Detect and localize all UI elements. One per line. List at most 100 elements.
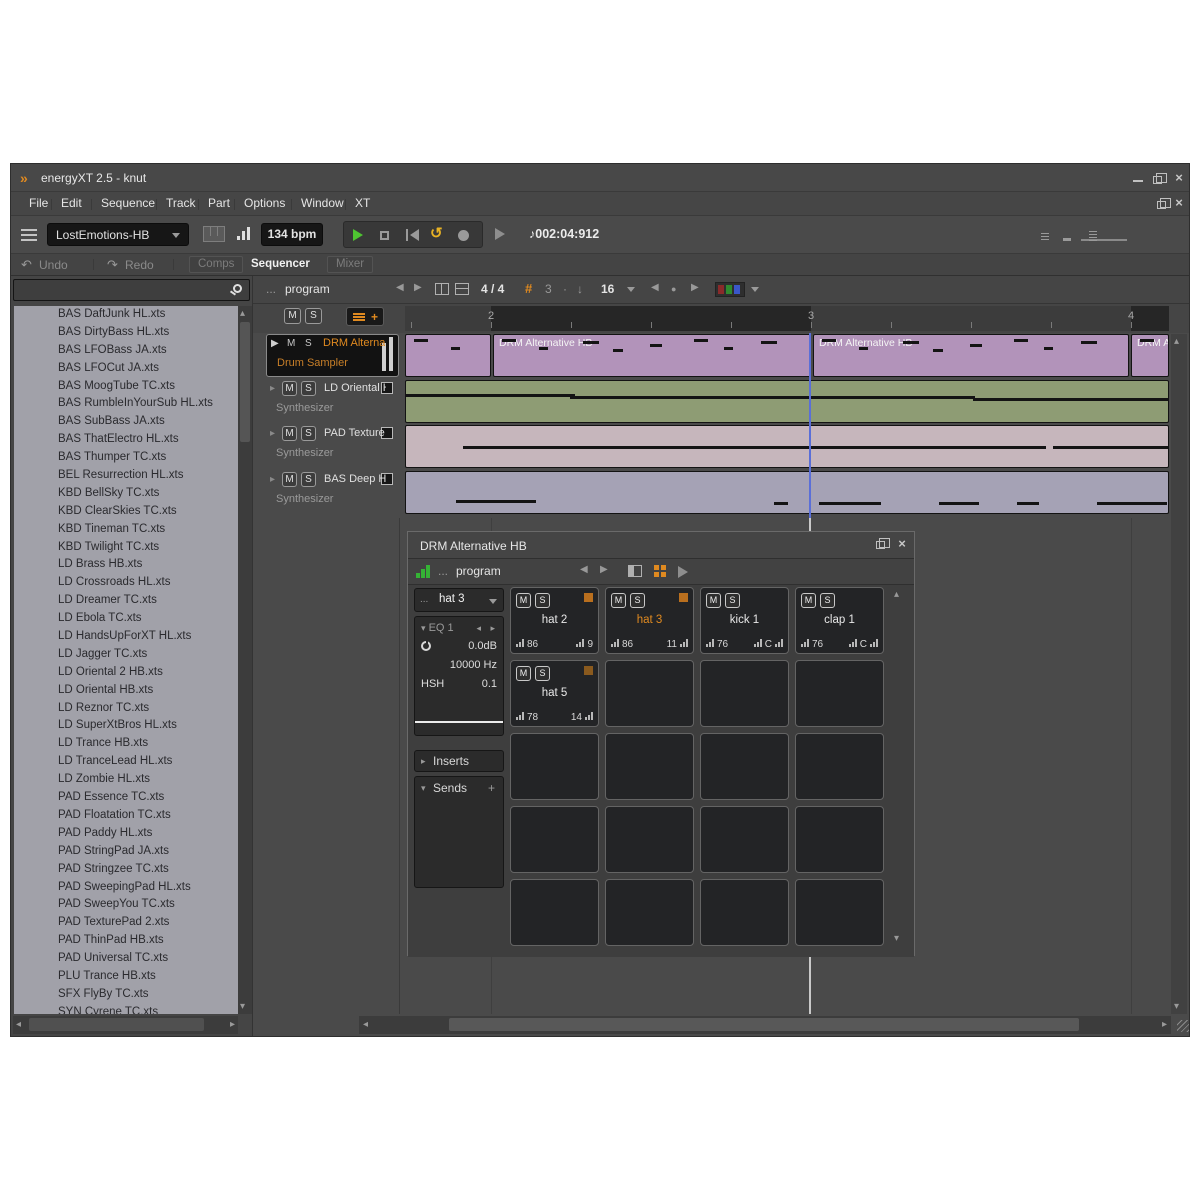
pad-secondary[interactable]: 14: [571, 712, 593, 723]
solo-button[interactable]: S: [305, 338, 312, 349]
drum-pad[interactable]: MShat 38611: [605, 587, 694, 654]
level-meter-icon[interactable]: [237, 226, 253, 242]
snap-down-icon[interactable]: ↓: [577, 282, 583, 296]
file-item[interactable]: BAS LFOCut JA.xts: [14, 360, 238, 378]
menu-item-edit[interactable]: Edit: [61, 196, 82, 210]
solo-button[interactable]: S: [535, 666, 550, 681]
drum-pad-empty[interactable]: [605, 660, 694, 727]
locate-icon[interactable]: ●: [671, 284, 676, 294]
resize-grip[interactable]: [1177, 1020, 1189, 1032]
sends-section[interactable]: ▾ Sends +: [414, 776, 504, 888]
prev-program-icon[interactable]: ◀: [396, 282, 404, 293]
loop-button[interactable]: ↺: [430, 224, 443, 242]
add-track-button[interactable]: +: [346, 307, 384, 326]
grid-icon[interactable]: #: [525, 281, 532, 296]
stop-button[interactable]: [380, 231, 389, 240]
split-vertical-icon[interactable]: [435, 283, 449, 295]
scroll-down-icon[interactable]: ▾: [1174, 1001, 1179, 1012]
clip[interactable]: DRM Alternative HB: [493, 334, 811, 377]
drum-pad-empty[interactable]: [605, 879, 694, 946]
expand-icon[interactable]: ▸: [270, 428, 275, 439]
sidebar-vscrollbar[interactable]: ▴ ▾: [238, 306, 252, 1014]
collapse-icon[interactable]: ▾: [421, 783, 426, 794]
dots-menu[interactable]: ...: [438, 564, 448, 578]
sample-dropdown[interactable]: ... hat 3: [414, 588, 504, 612]
drum-pad-empty[interactable]: [510, 879, 599, 946]
prev-icon[interactable]: ◂: [476, 623, 481, 634]
file-item[interactable]: SFX FlyBy TC.xts: [14, 986, 238, 1004]
mute-button[interactable]: M: [287, 338, 295, 349]
file-item[interactable]: LD Ebola TC.xts: [14, 610, 238, 628]
file-item[interactable]: PAD Stringzee TC.xts: [14, 861, 238, 879]
pad-volume[interactable]: 86: [611, 639, 633, 650]
track-header[interactable]: ▶MSDRM AlternaDrum Sampler: [266, 334, 399, 377]
drum-pad-empty[interactable]: [700, 806, 789, 873]
program-label[interactable]: program: [285, 282, 330, 296]
preset-dropdown[interactable]: LostEmotions-HB: [47, 223, 189, 246]
file-list[interactable]: BAS DaftJunk HL.xtsBAS DirtyBass HL.xtsB…: [14, 306, 238, 1014]
part-color-picker[interactable]: [715, 282, 745, 297]
drum-pad-empty[interactable]: [605, 806, 694, 873]
file-item[interactable]: PAD ThinPad HB.xts: [14, 932, 238, 950]
file-item[interactable]: BAS MoogTube TC.xts: [14, 378, 238, 396]
scroll-right-icon[interactable]: ▸: [230, 1019, 235, 1030]
scroll-left-icon[interactable]: ◂: [16, 1019, 21, 1030]
file-item[interactable]: BAS Thumper TC.xts: [14, 449, 238, 467]
piano-icon[interactable]: [203, 226, 225, 242]
menu-item-options[interactable]: Options: [244, 196, 285, 210]
drum-pad[interactable]: MSkick 176C: [700, 587, 789, 654]
step-value[interactable]: 16: [601, 282, 614, 296]
split-horizontal-icon[interactable]: [455, 283, 469, 295]
file-item[interactable]: LD Jagger TC.xts: [14, 646, 238, 664]
main-hscrollbar[interactable]: ◂ ▸: [359, 1016, 1171, 1034]
close-icon[interactable]: ×: [1171, 171, 1187, 185]
file-item[interactable]: BAS DaftJunk HL.xts: [14, 306, 238, 324]
clip[interactable]: [405, 471, 1169, 514]
solo-button[interactable]: S: [301, 472, 316, 487]
menu-item-sequence[interactable]: Sequence: [101, 196, 155, 210]
file-item[interactable]: PAD TexturePad 2.xts: [14, 914, 238, 932]
scroll-up-icon[interactable]: ▴: [240, 308, 245, 319]
main-vscrollbar[interactable]: ▴ ▾: [1171, 334, 1187, 1014]
search-box[interactable]: [13, 279, 250, 301]
track-list-menu-icon[interactable]: [21, 229, 37, 231]
pad-volume[interactable]: 76: [801, 639, 823, 650]
eq-panel[interactable]: ▾ EQ 1 ◂ ▸ 0.0dB 10000 Hz: [414, 616, 504, 736]
track-name[interactable]: BAS Deep H: [324, 473, 386, 485]
solo-button[interactable]: S: [301, 381, 316, 396]
file-item[interactable]: PLU Trance HB.xts: [14, 968, 238, 986]
file-item[interactable]: BAS LFOBass JA.xts: [14, 342, 238, 360]
pad-volume[interactable]: 86: [516, 639, 538, 650]
drum-pad-empty[interactable]: [700, 733, 789, 800]
menu-item-xt[interactable]: XT: [355, 196, 370, 210]
drum-pad-empty[interactable]: [795, 879, 884, 946]
search-input[interactable]: [18, 282, 226, 298]
file-item[interactable]: LD Oriental 2 HB.xts: [14, 664, 238, 682]
track-lane[interactable]: [405, 471, 1169, 514]
eq-q[interactable]: 0.1: [482, 678, 497, 690]
mute-button[interactable]: M: [282, 381, 297, 396]
file-item[interactable]: PAD Paddy HL.xts: [14, 825, 238, 843]
search-icon[interactable]: [233, 284, 242, 293]
scroll-down-icon[interactable]: ▾: [894, 933, 899, 944]
sidebar-hscrollbar[interactable]: ◂ ▸: [13, 1016, 238, 1034]
file-item[interactable]: BAS ThatElectro HL.xts: [14, 431, 238, 449]
drum-pad-empty[interactable]: [795, 660, 884, 727]
undo-button[interactable]: Undo: [39, 258, 68, 272]
drum-pad-empty[interactable]: [605, 733, 694, 800]
expand-icon[interactable]: ▸: [270, 383, 275, 394]
drum-sampler-window[interactable]: DRM Alternative HB × ... program ◀ ▶: [407, 531, 915, 956]
pad-secondary[interactable]: 11: [667, 639, 688, 650]
playhead[interactable]: [809, 333, 811, 518]
program-label[interactable]: program: [456, 564, 501, 578]
track-name[interactable]: DRM Alterna: [323, 337, 385, 349]
pad-secondary[interactable]: C: [849, 639, 878, 650]
mute-button[interactable]: M: [801, 593, 816, 608]
collapse-icon[interactable]: ▾: [421, 623, 426, 633]
minimize-icon[interactable]: [1133, 180, 1143, 182]
file-item[interactable]: PAD StringPad JA.xts: [14, 843, 238, 861]
file-item[interactable]: LD SuperXtBros HL.xts: [14, 717, 238, 735]
file-item[interactable]: SYN Cyrene TC.xts: [14, 1004, 238, 1014]
nudge-left-icon[interactable]: ◀: [651, 282, 659, 293]
master-mute-button[interactable]: M: [284, 308, 301, 324]
